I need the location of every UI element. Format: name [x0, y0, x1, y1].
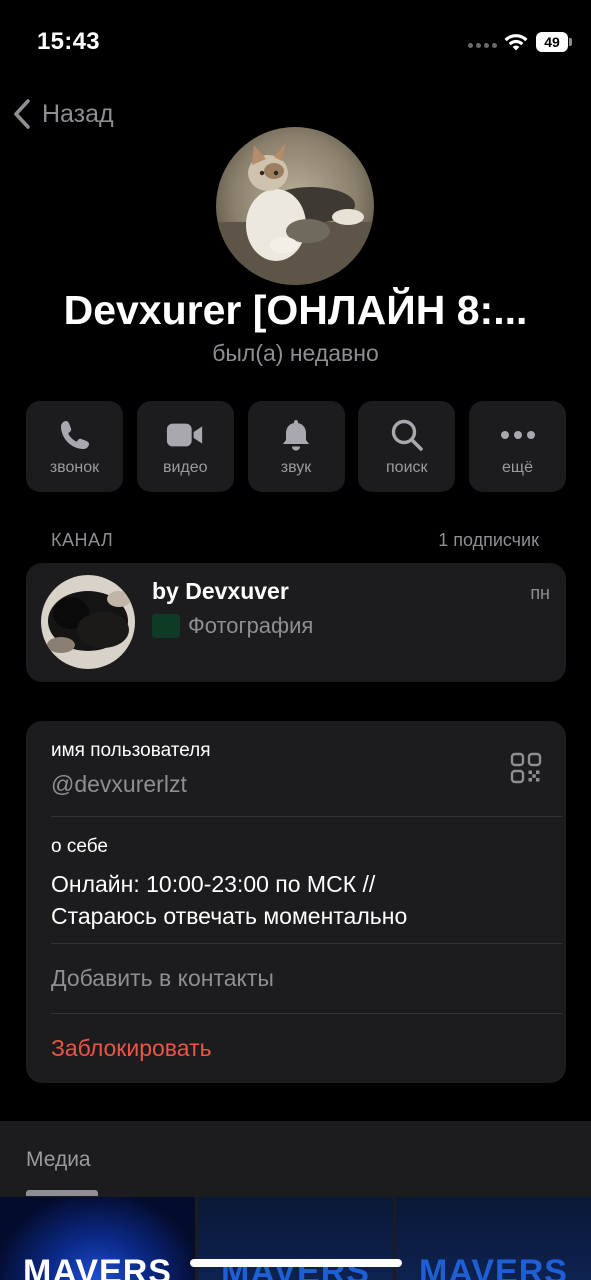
about-text: Онлайн: 10:00-23:00 по МСК // Стараюсь о…	[51, 868, 551, 932]
media-thumbnail[interactable]: MAVERS	[198, 1197, 393, 1280]
more-label: ещё	[502, 459, 533, 476]
username-label: имя пользователя	[51, 740, 211, 761]
profile-avatar[interactable]	[216, 127, 374, 285]
subscriber-count: 1 подписчик	[438, 530, 539, 550]
profile-status: был(а) недавно	[212, 340, 379, 366]
about-label: о себе	[51, 836, 108, 857]
more-button[interactable]: ещё	[469, 401, 566, 492]
divider	[51, 816, 562, 817]
media-thumbnail[interactable]: MAVERS	[0, 1197, 195, 1280]
media-title[interactable]: Медиа	[26, 1148, 91, 1172]
channel-avatar	[41, 575, 135, 669]
channel-last-message: Фотография	[152, 613, 313, 639]
channel-section-label: КАНАЛ	[51, 530, 114, 550]
battery-icon: 49	[536, 32, 572, 52]
divider	[51, 943, 562, 944]
battery-level: 49	[536, 32, 568, 52]
status-bar: 15:43 49	[0, 0, 591, 80]
action-bar: звонок видео звук поиск ещё	[26, 401, 566, 492]
video-camera-icon	[165, 415, 205, 455]
username-value[interactable]: @devxurerlzt	[51, 771, 187, 798]
phone-icon	[55, 415, 95, 455]
about-line-2: Стараюсь отвечать моментально	[51, 903, 408, 929]
call-button[interactable]: звонок	[26, 401, 123, 492]
media-thumbnail[interactable]: MAVERS	[396, 1197, 591, 1280]
video-label: видео	[162, 459, 208, 476]
media-thumbnail-text: MAVERS	[23, 1253, 172, 1280]
search-button[interactable]: поиск	[358, 401, 456, 492]
status-time: 15:43	[37, 28, 100, 55]
media-section: Медиа MAVERS MAVERS MAVERS	[0, 1121, 591, 1280]
media-tab-indicator	[26, 1190, 98, 1196]
sound-button[interactable]: звук	[247, 401, 345, 492]
cellular-signal-icon	[468, 43, 497, 48]
call-label: звонок	[49, 459, 100, 476]
sound-label: звук	[280, 459, 312, 476]
media-thumbnail-text: MAVERS	[419, 1253, 568, 1280]
profile-name: Devxurer [ОНЛАЙН 8:...	[63, 287, 528, 333]
add-to-contacts-button[interactable]: Добавить в контакты	[51, 965, 274, 992]
photo-thumbnail-icon	[152, 614, 180, 638]
channel-preview-text: Фотография	[188, 613, 314, 638]
chevron-left-icon	[14, 99, 30, 129]
block-button[interactable]: Заблокировать	[51, 1035, 212, 1062]
back-label: Назад	[42, 99, 114, 128]
channel-name: by Devxuver	[152, 578, 289, 604]
black-kitten-photo	[41, 575, 135, 669]
wifi-icon	[504, 34, 528, 51]
channel-time: пн	[530, 583, 550, 603]
bell-icon	[276, 415, 316, 455]
search-icon	[387, 415, 427, 455]
more-dots-icon	[498, 415, 538, 455]
channel-card[interactable]: by Devxuver пн Фотография	[26, 563, 566, 682]
video-button[interactable]: видео	[136, 401, 234, 492]
media-grid: MAVERS MAVERS MAVERS	[0, 1197, 591, 1280]
info-card: имя пользователя @devxurerlzt о себе Онл…	[26, 721, 566, 1083]
divider	[51, 1013, 562, 1014]
home-indicator[interactable]	[190, 1259, 402, 1267]
profile-screen: 15:43 49 Назад Devxurer [ОНЛАЙН 8:... бы…	[0, 0, 591, 1280]
cat-photo-avatar	[216, 127, 374, 285]
qr-code-icon[interactable]	[510, 752, 542, 784]
about-line-1: Онлайн: 10:00-23:00 по МСК //	[51, 871, 376, 897]
search-label: поиск	[386, 459, 428, 476]
back-button[interactable]: Назад	[10, 92, 114, 136]
